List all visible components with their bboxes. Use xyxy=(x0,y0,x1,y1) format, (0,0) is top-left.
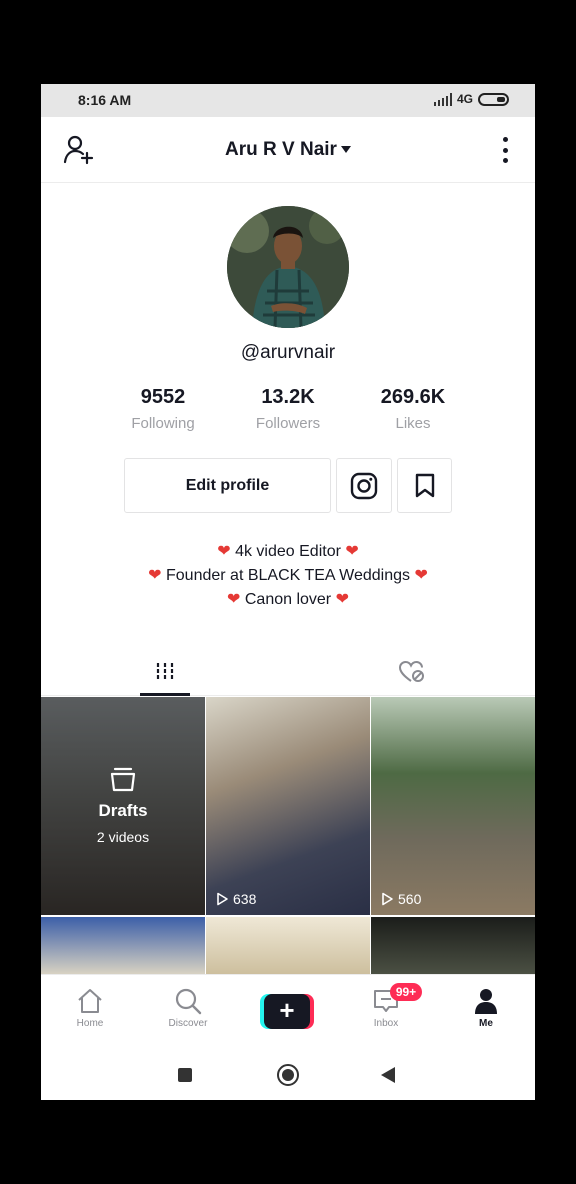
heart-icon: ❤ xyxy=(335,591,349,608)
video-tile[interactable] xyxy=(41,917,205,974)
favorites-button[interactable] xyxy=(397,458,452,513)
account-switcher[interactable]: Aru R V Nair xyxy=(41,139,535,161)
stat-label: Likes xyxy=(395,415,431,432)
stat-label: Following xyxy=(131,415,195,432)
home-circle-icon[interactable] xyxy=(277,1064,299,1086)
video-tile[interactable] xyxy=(371,917,535,974)
liked-hidden-icon xyxy=(398,660,424,682)
stat-value: 269.6K xyxy=(380,386,446,408)
nav-home[interactable]: Home xyxy=(41,975,139,1047)
nav-label: Home xyxy=(76,1018,104,1029)
status-time: 8:16 AM xyxy=(78,92,132,108)
battery-icon xyxy=(478,92,509,106)
heart-icon: ❤ xyxy=(148,567,162,584)
avatar-photo xyxy=(227,206,349,328)
profile-stats: 9552 Following 13.2K Followers 269.6K Li… xyxy=(103,386,473,436)
heart-icon: ❤ xyxy=(414,567,428,584)
plus-icon: + xyxy=(264,994,310,1029)
username: @arurvnair xyxy=(240,342,336,363)
bottom-nav: Home Discover + Inbox 99+ Me xyxy=(41,974,535,1046)
search-icon xyxy=(175,988,202,1015)
nav-label: Discover xyxy=(168,1018,208,1029)
system-nav-bar xyxy=(41,1046,535,1100)
edit-profile-button[interactable]: Edit profile xyxy=(124,458,331,513)
avatar[interactable] xyxy=(227,206,349,328)
nav-label: Me xyxy=(479,1018,493,1029)
play-icon xyxy=(382,892,393,906)
nav-create[interactable]: + xyxy=(238,975,336,1047)
nav-discover[interactable]: Discover xyxy=(139,975,237,1047)
play-icon xyxy=(217,892,228,906)
stat-value: 13.2K xyxy=(261,386,315,408)
status-indicators: 4G xyxy=(433,92,509,106)
bio-text: Canon lover xyxy=(244,591,332,608)
stat-label: Followers xyxy=(255,415,321,432)
tab-liked-videos[interactable] xyxy=(288,648,535,696)
signal-icon xyxy=(433,92,452,106)
stat-likes[interactable]: 269.6K Likes xyxy=(353,386,473,436)
recents-icon[interactable] xyxy=(178,1068,192,1082)
bio-line: ❤ Founder at BLACK TEA Weddings ❤ xyxy=(41,564,535,588)
videos-grid-icon xyxy=(156,663,173,681)
nav-me[interactable]: Me xyxy=(437,975,535,1047)
back-icon[interactable] xyxy=(381,1067,395,1083)
video-tile[interactable]: 638 xyxy=(206,697,370,915)
tab-videos[interactable] xyxy=(41,648,288,696)
more-options-icon[interactable] xyxy=(501,137,509,163)
active-tab-indicator xyxy=(140,693,190,696)
drafts-count: 2 videos xyxy=(96,829,150,845)
nav-inbox[interactable]: Inbox 99+ xyxy=(337,975,435,1047)
drafts-box-icon xyxy=(110,767,136,792)
drafts-overlay: Drafts 2 videos xyxy=(41,697,205,915)
heart-icon: ❤ xyxy=(345,543,359,560)
profile-icon xyxy=(475,989,497,1014)
bio: ❤ 4k video Editor ❤ ❤ Founder at BLACK T… xyxy=(41,540,535,612)
stat-following[interactable]: 9552 Following xyxy=(103,386,223,436)
instagram-icon xyxy=(350,472,378,499)
screen: 8:16 AM 4G Aru R V Nair @arurvnair 9552 … xyxy=(41,84,535,1100)
network-label: 4G xyxy=(456,92,473,106)
nav-label: Inbox xyxy=(373,1018,399,1029)
view-count: 560 xyxy=(380,891,421,907)
caret-down-icon xyxy=(340,146,351,154)
create-video-button[interactable]: + xyxy=(260,994,314,1029)
bio-line: ❤ Canon lover ❤ xyxy=(41,588,535,612)
instagram-button[interactable] xyxy=(336,458,392,513)
stat-followers[interactable]: 13.2K Followers xyxy=(228,386,348,436)
status-bar: 8:16 AM 4G xyxy=(41,84,535,117)
view-count: 638 xyxy=(215,891,256,907)
view-count-value: 638 xyxy=(233,891,257,907)
video-tile[interactable] xyxy=(206,917,370,974)
heart-icon: ❤ xyxy=(227,591,241,608)
heart-icon: ❤ xyxy=(217,543,231,560)
bio-text: Founder at BLACK TEA Weddings xyxy=(166,567,410,584)
stat-value: 9552 xyxy=(140,386,186,408)
video-grid: Drafts 2 videos 638 560 xyxy=(41,697,535,974)
bio-line: ❤ 4k video Editor ❤ xyxy=(41,540,535,564)
drafts-tile[interactable]: Drafts 2 videos xyxy=(41,697,205,915)
home-icon xyxy=(78,989,102,1013)
video-tile[interactable]: 560 xyxy=(371,697,535,915)
bio-text: 4k video Editor xyxy=(235,543,341,560)
inbox-badge: 99+ xyxy=(390,983,422,1001)
bookmark-icon xyxy=(415,473,434,497)
account-name: Aru R V Nair xyxy=(225,139,337,160)
profile-tabs xyxy=(41,648,535,696)
profile-header: Aru R V Nair xyxy=(41,117,535,183)
view-count-value: 560 xyxy=(398,891,422,907)
drafts-title: Drafts xyxy=(98,801,148,820)
